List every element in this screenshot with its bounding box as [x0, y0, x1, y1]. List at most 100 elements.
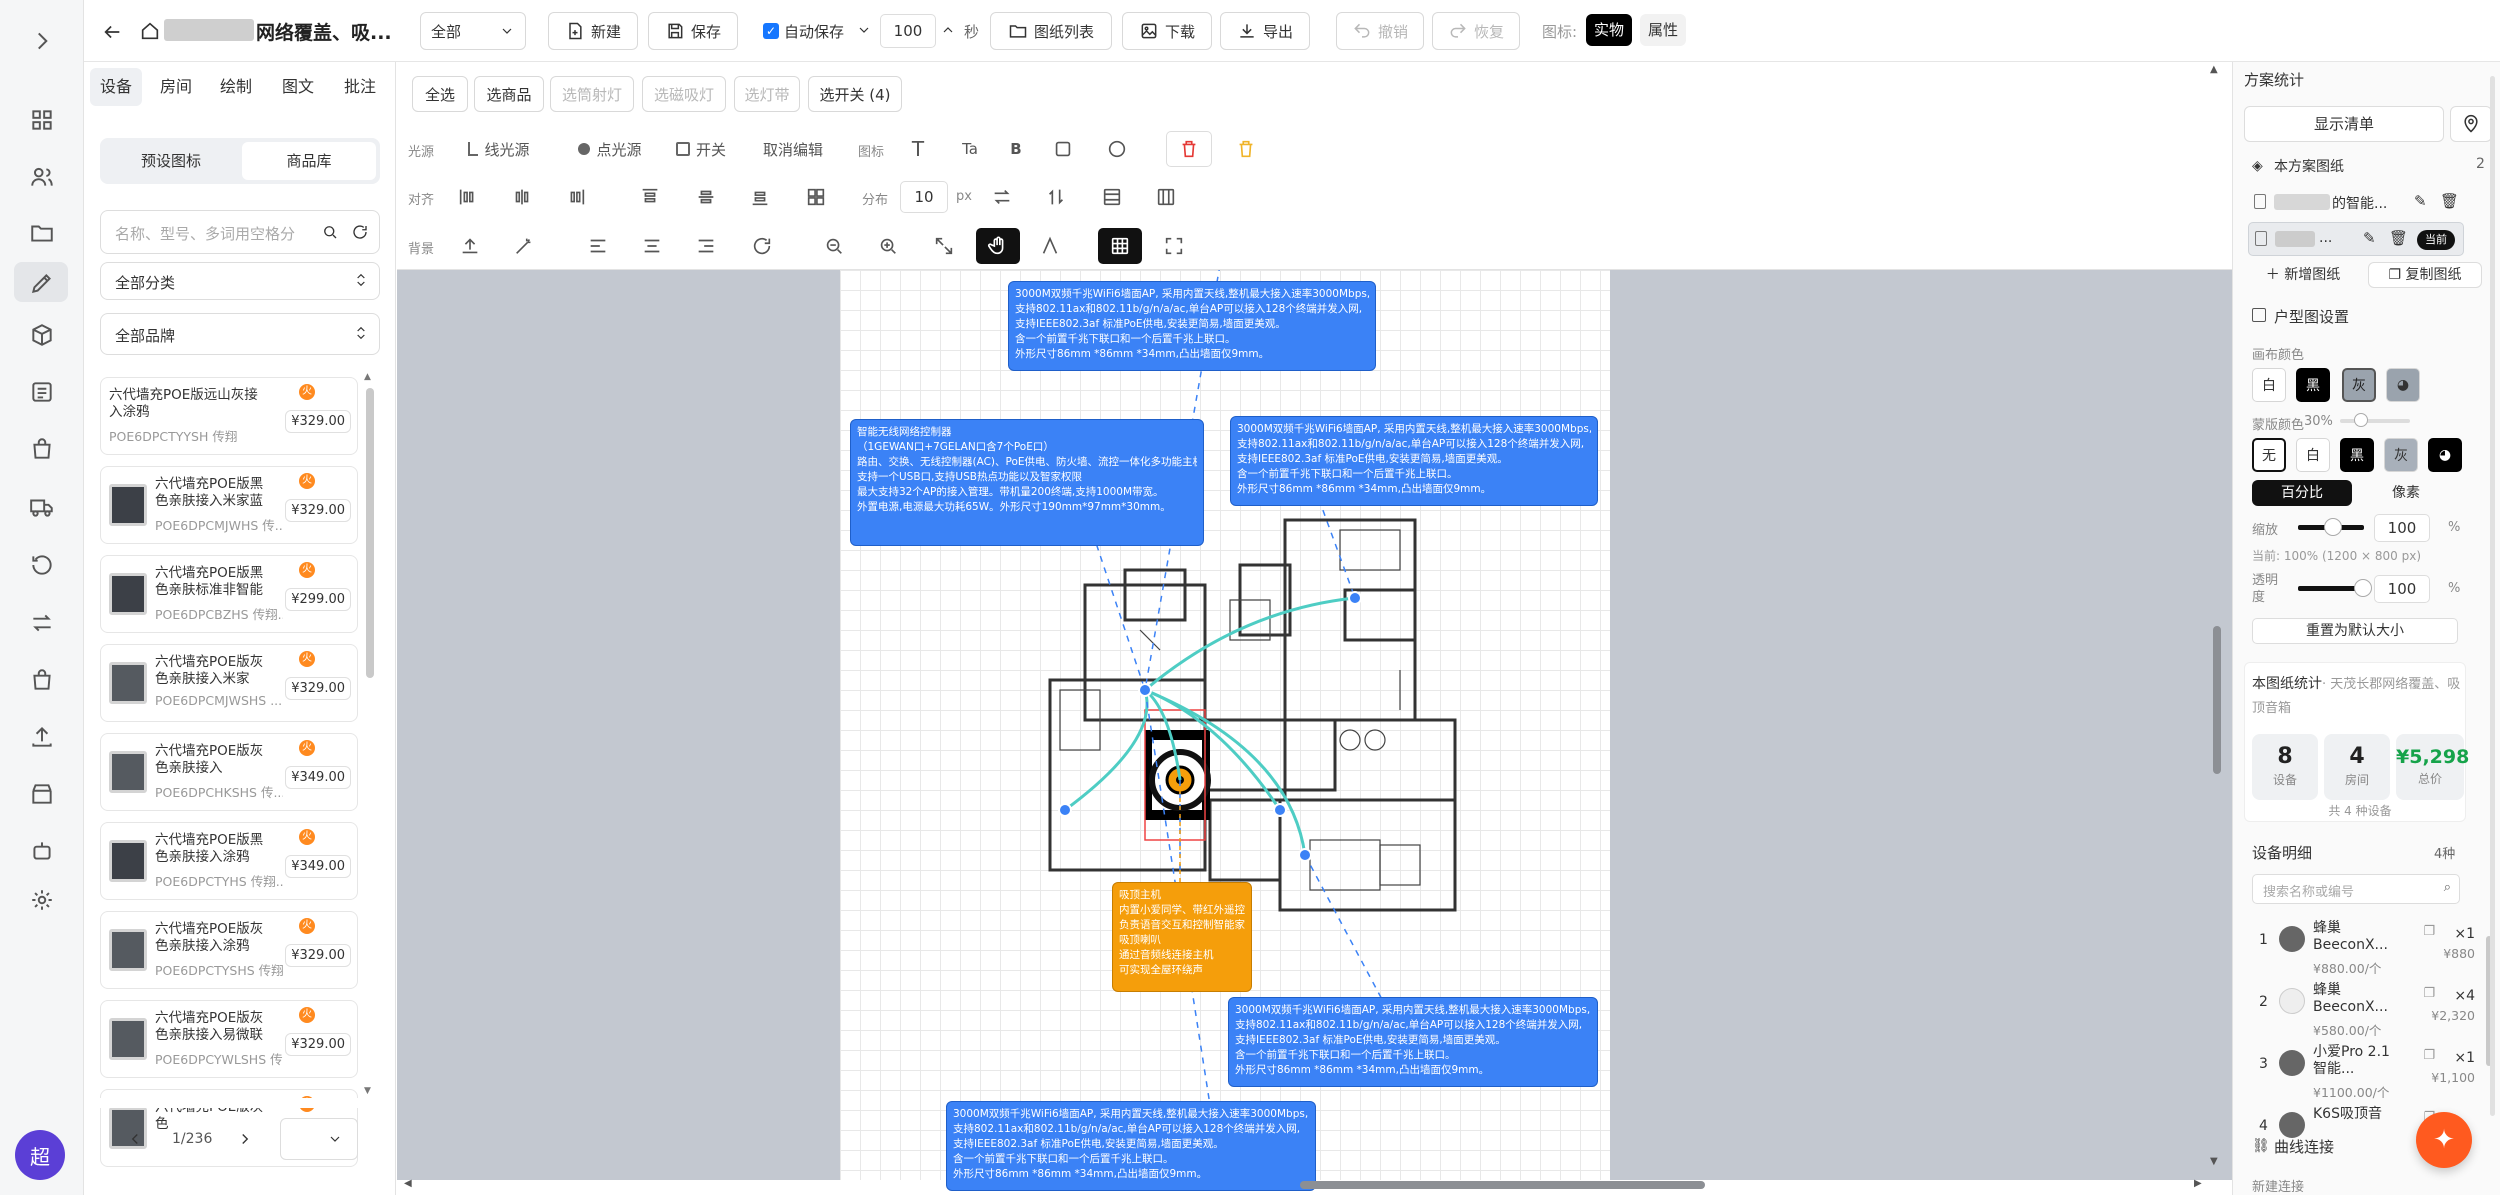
align-top-icon[interactable] — [630, 179, 670, 215]
new-plan-button[interactable]: ＋ 新增图纸 — [2250, 263, 2356, 287]
circle-tool-icon[interactable] — [1100, 131, 1134, 167]
download-button[interactable]: 下载 — [1122, 12, 1212, 50]
reset-size-button[interactable]: 重置为默认大小 — [2252, 618, 2458, 644]
percent-tab[interactable]: 百分比 — [2252, 480, 2352, 506]
fit-screen-icon[interactable] — [924, 228, 964, 264]
product-card[interactable]: 六代墙充POE版黑色亲肤接入涂鸦 POE6DPCTYHS 传翔... 火 ¥349.0… — [100, 822, 358, 900]
grid-layout-icon[interactable] — [796, 179, 836, 215]
refresh-icon[interactable] — [351, 223, 369, 241]
copy-icon[interactable]: ❐ — [2423, 1048, 2435, 1063]
store-icon[interactable] — [25, 777, 59, 811]
align-hcenter-icon[interactable] — [502, 179, 542, 215]
icon-real-toggle[interactable]: 实物 — [1586, 14, 1632, 46]
canvas-color-black[interactable]: 黑 — [2296, 368, 2330, 402]
opacity-slider[interactable] — [2298, 579, 2372, 597]
plan-item-2[interactable]: ... ✎ 🗑 当前 — [2248, 222, 2464, 256]
panel-scrollbar[interactable] — [2490, 76, 2495, 1116]
user-avatar[interactable]: 超 — [15, 1130, 65, 1180]
scale-slider[interactable] — [2298, 518, 2364, 536]
distribute-input[interactable]: 10 — [900, 181, 948, 213]
icon-attr-toggle[interactable]: 属性 — [1640, 14, 1686, 46]
speaker-note-card[interactable]: 吸顶主机 内置小爱同学、带红外遥控 负责语音交互和控制智能家居 吸顶喇叭 通过音频线连接… — [1112, 882, 1252, 992]
home-icon[interactable] — [138, 19, 162, 43]
zoom-out-icon[interactable] — [814, 228, 854, 264]
export-button[interactable]: 导出 — [1220, 12, 1310, 50]
cancel-edit-button[interactable]: 取消编辑 — [752, 131, 834, 167]
canvas-color-picker-icon[interactable]: ◕ — [2386, 368, 2420, 402]
list-scroll-down-icon[interactable]: ▼ — [364, 1086, 371, 1096]
device-note-card[interactable]: 3000M双频千兆WiFi6墙面AP, 采用内置天线,整机最大接入速率3000M… — [946, 1101, 1316, 1191]
cube-icon[interactable] — [25, 318, 59, 352]
mask-color-picker-icon[interactable]: ◕ — [2428, 438, 2462, 472]
select-strip-button[interactable]: 选灯带 — [734, 76, 800, 112]
scroll-down-icon[interactable]: ▼ — [2210, 1156, 2218, 1167]
canvas-color-white[interactable]: 白 — [2252, 368, 2286, 402]
mask-black[interactable]: 黑 — [2340, 438, 2374, 472]
align-left-icon[interactable] — [448, 179, 488, 215]
opacity-input[interactable]: 100 — [2374, 575, 2430, 603]
fullscreen-icon[interactable] — [1154, 228, 1194, 264]
slider-thumb[interactable] — [2324, 518, 2342, 536]
align-vcenter-icon[interactable] — [686, 179, 726, 215]
list-scroll-up-icon[interactable]: ▲ — [364, 372, 371, 382]
list-scrollbar[interactable] — [366, 388, 374, 678]
subtab-goods[interactable]: 商品库 — [242, 142, 376, 180]
grid-toggle-icon[interactable] — [1098, 228, 1142, 264]
device-detail-row[interactable]: 2 蜂巢 BeeconX... ¥580.00/个 ❐ ×4 ¥2,320 — [2255, 982, 2495, 1040]
pixel-tab[interactable]: 像素 — [2356, 480, 2456, 506]
drawing-list-button[interactable]: 图纸列表 — [990, 12, 1112, 50]
select-spotlight-button[interactable]: 选筒射灯 — [550, 76, 634, 112]
location-pin-icon[interactable] — [2450, 106, 2492, 142]
swap-h-icon[interactable] — [984, 179, 1020, 215]
product-card[interactable]: 六代墙充POE版灰色亲肤接入涂鸦 POE6DPCTYSHS 传翔... 火 ¥329.… — [100, 911, 358, 989]
mask-none[interactable]: 无 — [2252, 438, 2286, 472]
pen-icon[interactable] — [25, 266, 59, 300]
tab-draw[interactable]: 绘制 — [210, 68, 262, 106]
device-note-card[interactable]: 3000M双频千兆WiFi6墙面AP, 采用内置天线,整机最大接入速率3000M… — [1230, 416, 1598, 506]
text-tool-icon[interactable]: T — [900, 131, 936, 167]
select-all-button[interactable]: 全选 — [412, 76, 468, 112]
category-select[interactable]: 全部分类 — [100, 262, 380, 300]
select-goods-button[interactable]: 选商品 — [474, 76, 544, 112]
ai-assistant-button[interactable]: ✦ — [2416, 1112, 2472, 1168]
show-list-button[interactable]: 显示清单 — [2244, 106, 2444, 142]
align-bottom-icon[interactable] — [740, 179, 780, 215]
copy-icon[interactable]: ❐ — [2423, 924, 2435, 939]
brand-select[interactable]: 全部品牌 — [100, 313, 380, 355]
settings-icon[interactable] — [25, 883, 59, 917]
edit-icon[interactable]: ✎ — [2363, 229, 2376, 247]
new-button[interactable]: 新建 — [548, 12, 638, 50]
product-card[interactable]: 六代墙充POE版黑色亲肤接入米家蓝牙... POE6DPCMJWHS 传... 火 ¥… — [100, 466, 358, 544]
trash-icon[interactable]: 🗑 — [2440, 192, 2459, 210]
folder-icon[interactable] — [25, 216, 59, 250]
scope-select[interactable]: 全部 — [420, 12, 526, 50]
text-right-icon[interactable] — [686, 228, 726, 264]
point-light-button[interactable]: 点光源 — [560, 131, 660, 167]
select-switch-button[interactable]: 选开关 (4) — [808, 76, 902, 112]
product-card[interactable]: 六代墙充POE版灰色亲肤接入易微联华为 POE6DPCYWLSHS 传... 火 ¥3… — [100, 1000, 358, 1078]
scroll-right-icon[interactable]: ▶ — [2194, 1178, 2202, 1189]
users-icon[interactable] — [25, 160, 59, 194]
mask-gray[interactable]: 灰 — [2384, 438, 2418, 472]
rotate-icon[interactable] — [742, 228, 782, 264]
expand-icon[interactable] — [25, 24, 59, 58]
autosave-chevron-icon[interactable] — [856, 22, 872, 38]
page-size-select[interactable] — [280, 1118, 358, 1160]
undo-button[interactable]: 撤销 — [1336, 12, 1424, 50]
text-left-icon[interactable] — [578, 228, 618, 264]
plan-item-1[interactable]: 的智能... ✎ 🗑 — [2248, 186, 2468, 220]
bag-check-icon[interactable] — [25, 663, 59, 697]
scroll-up-icon[interactable]: ▲ — [2210, 64, 2218, 75]
tab-device[interactable]: 设备 — [90, 68, 142, 106]
robot-icon[interactable] — [25, 834, 59, 868]
mask-opacity-slider[interactable] — [2340, 413, 2410, 427]
chevron-up-icon[interactable] — [940, 22, 956, 38]
delete-all-icon[interactable] — [1226, 131, 1266, 167]
tab-annotate[interactable]: 批注 — [334, 68, 386, 106]
grid-icon[interactable] — [25, 103, 59, 137]
device-note-card[interactable]: 3000M双频千兆WiFi6墙面AP, 采用内置天线,整机最大接入速率3000M… — [1008, 281, 1376, 371]
select-maglight-button[interactable]: 选磁吸灯 — [642, 76, 726, 112]
tab-room[interactable]: 房间 — [150, 68, 202, 106]
save-button[interactable]: 保存 — [648, 12, 738, 50]
swap-v-icon[interactable] — [1038, 179, 1074, 215]
